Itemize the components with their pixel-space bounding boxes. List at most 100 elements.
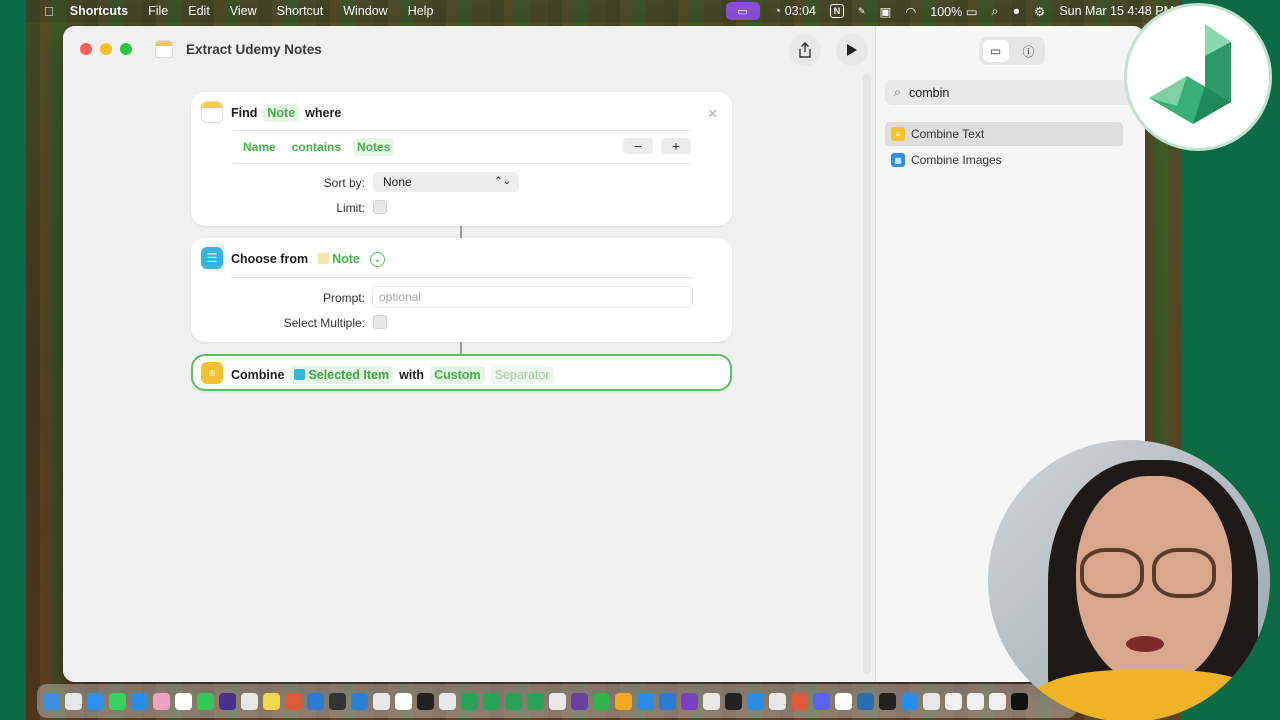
finder-icon[interactable] [43, 692, 60, 710]
app-icon[interactable] [329, 692, 346, 710]
launchpad-icon[interactable] [65, 692, 82, 710]
reminders-icon[interactable] [241, 692, 258, 710]
numbers-icon[interactable] [593, 692, 610, 710]
discord-icon[interactable] [813, 692, 830, 710]
find-type-token[interactable]: Note [263, 104, 300, 122]
window-thumbnail[interactable] [967, 692, 984, 710]
minimize-window-button[interactable] [100, 43, 112, 55]
menu-shortcut[interactable]: Shortcut [277, 4, 324, 18]
battery-readout[interactable]: 100% ▭ [930, 4, 977, 19]
find-notes-action[interactable]: Find Note where ✕ Name contains Notes − … [191, 92, 732, 226]
menu-window[interactable]: Window [343, 4, 387, 18]
menu-view[interactable]: View [230, 4, 257, 18]
app-icon[interactable] [527, 692, 544, 710]
facetime-icon[interactable] [197, 692, 214, 710]
vscode-icon[interactable] [307, 692, 324, 710]
terminal-icon[interactable] [725, 692, 742, 710]
filter-value-token[interactable]: Notes [353, 138, 395, 156]
android-icon[interactable]: ▣ [880, 4, 892, 19]
app-icon[interactable] [747, 692, 764, 710]
app-icon[interactable] [901, 692, 918, 710]
shortcut-title[interactable]: Extract Udemy Notes [186, 42, 322, 57]
timer-text: 03:04 [784, 4, 816, 18]
add-filter-button[interactable]: + [661, 138, 691, 154]
sort-by-select[interactable]: None ⌃⌄ [373, 172, 519, 192]
app-icon[interactable] [285, 692, 302, 710]
photos-icon[interactable] [153, 692, 170, 710]
app-icon[interactable] [769, 692, 786, 710]
calendar-icon[interactable] [175, 692, 192, 710]
slack-icon[interactable] [571, 692, 588, 710]
notes-dock-icon[interactable] [263, 692, 280, 710]
combine-mode-token[interactable]: Custom [430, 366, 485, 384]
xp-pen-dock-icon[interactable] [879, 692, 896, 710]
webcam-shirt [1028, 670, 1268, 720]
app-icon[interactable] [439, 692, 456, 710]
app-icon[interactable] [461, 692, 478, 710]
pages-icon[interactable] [615, 692, 632, 710]
menu-file[interactable]: File [148, 4, 168, 18]
app-icon[interactable] [703, 692, 720, 710]
close-window-button[interactable] [80, 43, 92, 55]
control-center-icon[interactable]: ⚙ [1034, 4, 1045, 19]
apple-menu-icon[interactable]:  [44, 4, 54, 19]
library-tab-icon[interactable]: ▭ [982, 40, 1009, 62]
timer-readout[interactable]: ◔ 03:04 [774, 4, 816, 18]
document-icon[interactable] [923, 692, 940, 710]
app-icon[interactable] [505, 692, 522, 710]
result-combine-images[interactable]: ▦ Combine Images [885, 148, 1123, 172]
siri-icon[interactable]: ● [1013, 4, 1021, 18]
xp-pen-icon[interactable]: ✎ [858, 6, 866, 17]
mail-icon[interactable] [131, 692, 148, 710]
app-icon[interactable] [681, 692, 698, 710]
choose-from-action[interactable]: ☰ Choose from Note ⌄ Prompt: optional Se… [191, 238, 732, 342]
app-icon[interactable] [219, 692, 236, 710]
zoom-window-button[interactable] [120, 43, 132, 55]
notion-icon[interactable]: N [829, 4, 844, 18]
remove-filter-button[interactable]: − [623, 138, 653, 154]
combine-action-header: Combine Selected Item with Custom Separa… [231, 366, 554, 384]
menu-app-name[interactable]: Shortcuts [70, 4, 128, 18]
chrome-icon[interactable] [373, 692, 390, 710]
share-button[interactable] [789, 34, 821, 66]
window-thumbnail[interactable] [989, 692, 1006, 710]
notion-dock-icon[interactable] [395, 692, 412, 710]
app-icon[interactable] [483, 692, 500, 710]
prompt-input[interactable]: optional [372, 286, 693, 308]
limit-checkbox[interactable] [373, 200, 387, 214]
safari-icon[interactable] [87, 692, 104, 710]
window-thumbnail[interactable] [945, 692, 962, 710]
choose-verb: Choose from [231, 252, 309, 266]
messages-icon[interactable] [109, 692, 126, 710]
window-thumbnail[interactable] [1011, 692, 1028, 710]
app-icon[interactable] [637, 692, 654, 710]
menu-edit[interactable]: Edit [188, 4, 210, 18]
menu-help[interactable]: Help [408, 4, 434, 18]
app-icon[interactable] [549, 692, 566, 710]
action-search-input[interactable]: ⌕ combin [885, 80, 1145, 105]
run-button[interactable] [836, 34, 868, 66]
result-combine-text[interactable]: ≡ Combine Text [885, 122, 1123, 146]
separator-field[interactable]: Separator [490, 366, 554, 384]
app-icon[interactable] [835, 692, 852, 710]
expand-chevron-icon[interactable]: ⌄ [369, 251, 385, 267]
app-icon[interactable] [791, 692, 808, 710]
app-icon[interactable] [351, 692, 368, 710]
select-multiple-checkbox[interactable] [373, 315, 387, 329]
list-token-icon [294, 369, 306, 380]
selected-item-token[interactable]: Selected Item [290, 366, 394, 384]
combine-text-action[interactable]: ≡ Combine Selected Item with Custom Sepa… [191, 354, 732, 391]
filter-operator-token[interactable]: contains [288, 138, 345, 156]
info-tab-icon[interactable]: ⓘ [1016, 40, 1042, 62]
wifi-icon[interactable]: ◠ [905, 4, 916, 19]
app-icon[interactable] [417, 692, 434, 710]
remove-action-icon[interactable]: ✕ [707, 106, 718, 122]
filter-field-token[interactable]: Name [239, 138, 280, 156]
screen-record-icon[interactable]: ▭ [725, 2, 760, 20]
app-store-icon[interactable] [659, 692, 676, 710]
spotlight-search-icon[interactable]: ⌕ [992, 4, 999, 19]
find-where-text: where [305, 106, 342, 120]
choose-source-token[interactable]: Note [314, 250, 364, 268]
app-icon[interactable] [857, 692, 874, 710]
editor-scrollbar[interactable] [863, 74, 871, 674]
